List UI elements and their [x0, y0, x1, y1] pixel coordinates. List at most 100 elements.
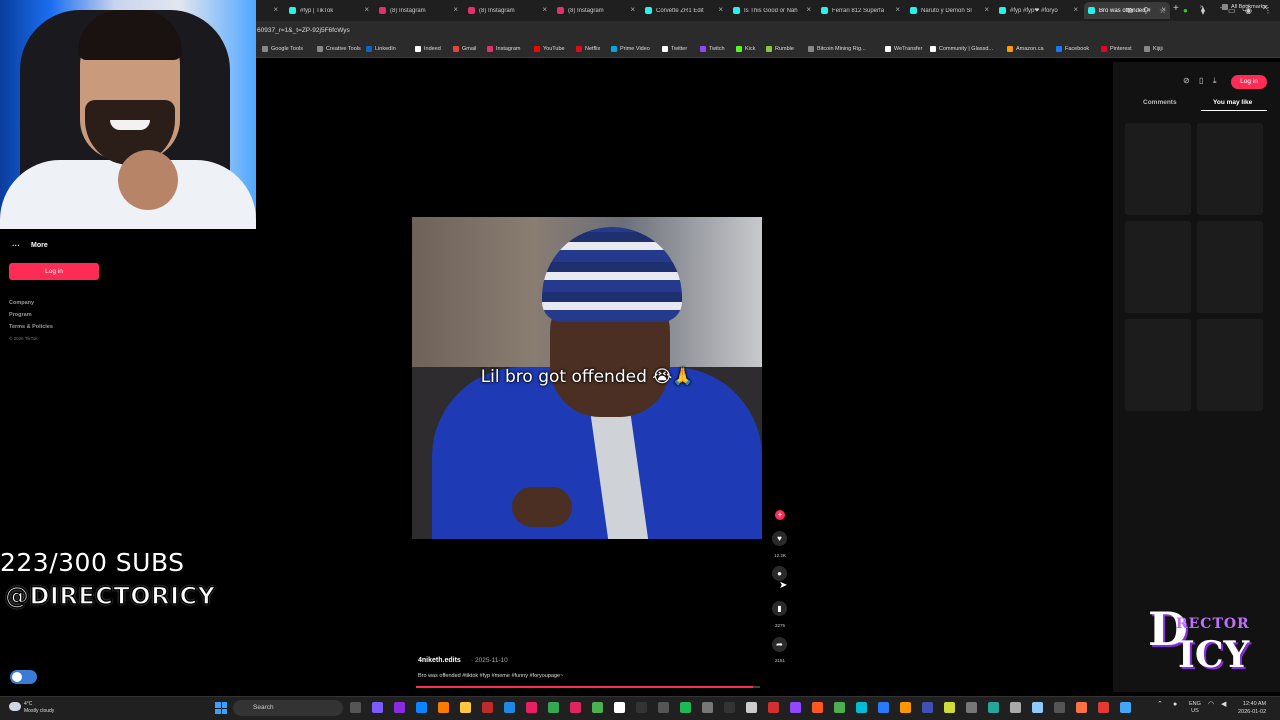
footer-link-program[interactable]: Program — [9, 312, 32, 318]
taskbar-app-icon[interactable] — [812, 702, 823, 713]
tab-close-icon[interactable]: × — [453, 5, 458, 14]
taskbar-app-icon[interactable] — [768, 702, 779, 713]
tab-comments[interactable]: Comments — [1143, 99, 1177, 106]
taskbar-search[interactable]: Search — [233, 700, 343, 716]
bookmark-item[interactable]: Twitter — [662, 46, 687, 52]
start-button[interactable] — [215, 702, 227, 714]
language-indicator[interactable]: ENG US — [1189, 701, 1201, 715]
tab-close-icon[interactable]: × — [542, 5, 547, 14]
save-button[interactable]: ▮ — [772, 601, 787, 616]
download-icon[interactable]: ⤓ — [1213, 76, 1217, 86]
bookmark-item[interactable]: Pinterest — [1101, 46, 1132, 52]
taskbar-app-icon[interactable] — [504, 702, 515, 713]
bookmark-item[interactable]: Gmail — [453, 46, 476, 52]
browser-tab[interactable]: Is This Good or Nah × — [729, 2, 815, 19]
bookmark-item[interactable]: Indeed — [415, 46, 441, 52]
device-icon[interactable]: ▯ — [1199, 76, 1203, 85]
extension-icon[interactable]: ● — [1183, 6, 1188, 15]
tab-close-icon[interactable]: × — [630, 5, 635, 14]
video-username[interactable]: 4niketh.edits — [418, 657, 461, 664]
taskbar-app-icon[interactable] — [1098, 702, 1109, 713]
browser-tab[interactable]: Corvette ZR1 Edit × — [641, 2, 727, 19]
taskbar-app-icon[interactable] — [702, 702, 713, 713]
taskbar-clock[interactable]: 12:40 AM 2026-01-02 — [1238, 700, 1266, 716]
taskbar-app-icon[interactable] — [790, 702, 801, 713]
taskbar-app-icon[interactable] — [944, 702, 955, 713]
follow-plus-icon[interactable]: + — [775, 510, 785, 520]
browser-tab[interactable]: Ferrari 812 Superfa × — [817, 2, 904, 19]
footer-link-company[interactable]: Company — [9, 300, 34, 306]
bookmark-item[interactable]: Facebook — [1056, 46, 1089, 52]
bookmark-item[interactable]: Instagram — [487, 46, 520, 52]
all-bookmarks[interactable]: All Bookmarks — [1222, 4, 1266, 10]
mic-icon[interactable]: ● — [1173, 701, 1177, 708]
taskbar-app-icon[interactable] — [438, 702, 449, 713]
tab-close-icon[interactable]: × — [984, 5, 989, 14]
bookmark-item[interactable]: Bitcoin Mining Rig... — [808, 46, 866, 52]
browser-tab[interactable]: Naruto y Demon Sl × — [906, 2, 993, 19]
weather-widget[interactable]: 4°C Mostly cloudy — [24, 701, 54, 715]
taskbar-app-icon[interactable] — [460, 702, 471, 713]
taskbar-app-icon[interactable] — [856, 702, 867, 713]
zoom-icon[interactable]: ⚲ — [1143, 6, 1149, 15]
tab-close-icon[interactable]: × — [895, 5, 900, 14]
bookmark-item[interactable]: Netflix — [576, 46, 600, 52]
taskbar-app-icon[interactable] — [922, 702, 933, 713]
suggested-video-thumb[interactable] — [1197, 221, 1263, 313]
bookmark-item[interactable]: Amazon.ca — [1007, 46, 1044, 52]
bookmark-item[interactable]: Kick — [736, 46, 755, 52]
bookmarks-overflow-icon[interactable]: » — [1200, 4, 1203, 10]
share-button[interactable]: ➦ — [772, 637, 787, 652]
install-icon[interactable]: ⧉ — [1127, 6, 1133, 16]
taskbar-app-icon[interactable] — [614, 702, 625, 713]
wifi-icon[interactable]: ◠ — [1208, 701, 1214, 708]
taskbar-app-icon[interactable] — [570, 702, 581, 713]
suggested-video-thumb[interactable] — [1125, 221, 1191, 313]
taskbar-app-icon[interactable] — [592, 702, 603, 713]
browser-tab[interactable]: (8) Instagram × — [464, 2, 551, 19]
bookmark-item[interactable]: Community | Glassd... — [930, 46, 993, 52]
taskbar-app-icon[interactable] — [900, 702, 911, 713]
bookmark-item[interactable]: Twitch — [700, 46, 725, 52]
bookmark-item[interactable]: WeTransfer — [885, 46, 922, 52]
taskbar-app-icon[interactable] — [526, 702, 537, 713]
bookmark-item[interactable]: Kijiji — [1144, 46, 1163, 52]
taskbar-app-icon[interactable] — [680, 702, 691, 713]
tray-chevron-icon[interactable]: ⌃ — [1157, 701, 1163, 708]
taskbar-app-icon[interactable] — [988, 702, 999, 713]
coin-icon[interactable]: ⊘ — [1183, 76, 1190, 85]
url-text[interactable]: 60937_r=1&_t=ZP-92j5F6fcWys — [257, 27, 350, 34]
taskbar-app-icon[interactable] — [636, 702, 647, 713]
tab-close-icon[interactable]: × — [1073, 5, 1078, 14]
tab-you-may-like[interactable]: You may like — [1213, 99, 1252, 106]
tab-close-icon[interactable]: × — [806, 5, 811, 14]
suggested-video-thumb[interactable] — [1125, 123, 1191, 215]
sidebar-item-more[interactable]: ··· More — [12, 241, 48, 250]
bookmark-item[interactable]: Creative Tools — [317, 46, 361, 52]
tab-close-prev[interactable]: × — [268, 2, 278, 19]
suggested-video-thumb[interactable] — [1197, 319, 1263, 411]
taskbar-app-icon[interactable] — [1032, 702, 1043, 713]
tab-close-icon[interactable]: × — [364, 5, 369, 14]
browser-tab[interactable]: #fyp #fyp❤ #foryo × — [995, 2, 1082, 19]
star-icon[interactable]: ☆ — [1159, 6, 1166, 15]
suggested-video-thumb[interactable] — [1125, 319, 1191, 411]
browser-tab[interactable]: (8) Instagram × — [375, 2, 462, 19]
footer-link-terms[interactable]: Terms & Policies — [9, 324, 53, 330]
bookmark-item[interactable]: YouTube — [534, 46, 565, 52]
taskbar-app-icon[interactable] — [658, 702, 669, 713]
taskbar-app-icon[interactable] — [1120, 702, 1131, 713]
volume-icon[interactable]: ◀ — [1221, 701, 1226, 708]
taskbar-app-icon[interactable] — [350, 702, 361, 713]
bookmark-item[interactable]: Google Tools — [262, 46, 303, 52]
suggested-video-thumb[interactable] — [1197, 123, 1263, 215]
taskbar-app-icon[interactable] — [1076, 702, 1087, 713]
taskbar-app-icon[interactable] — [966, 702, 977, 713]
browser-tab[interactable]: (8) Instagram × — [553, 2, 639, 19]
taskbar-app-icon[interactable] — [746, 702, 757, 713]
bookmark-item[interactable]: Prime Video — [611, 46, 650, 52]
bookmark-item[interactable]: Rumble — [766, 46, 794, 52]
taskbar-app-icon[interactable] — [724, 702, 735, 713]
tab-close-icon[interactable]: × — [718, 5, 723, 14]
taskbar-app-icon[interactable] — [548, 702, 559, 713]
